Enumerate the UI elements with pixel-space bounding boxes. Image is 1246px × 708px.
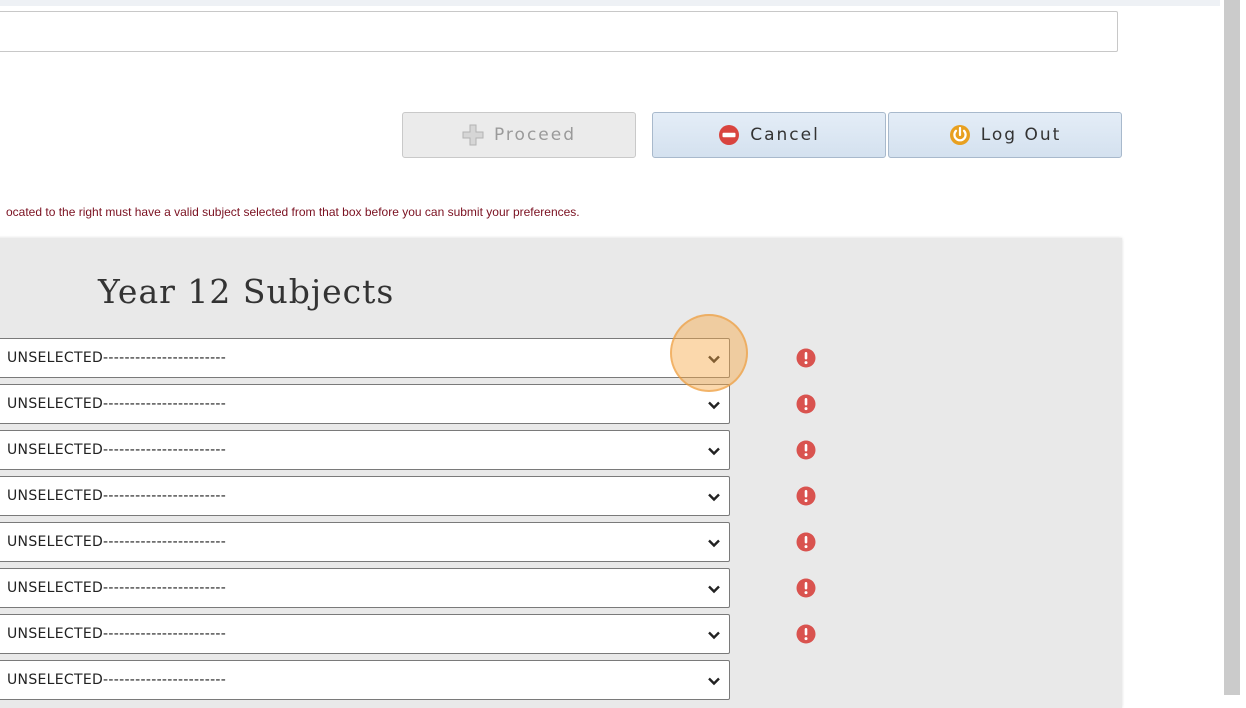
subject-select[interactable]: UNSELECTED----------------------- (0, 384, 730, 424)
subject-row: UNSELECTED----------------------- (0, 614, 816, 654)
chevron-down-icon (707, 581, 721, 600)
chevron-down-icon (707, 673, 721, 692)
error-icon (796, 348, 816, 372)
subject-select[interactable]: UNSELECTED----------------------- (0, 568, 730, 608)
logout-label: Log Out (980, 125, 1062, 145)
chevron-down-icon (707, 443, 721, 462)
subject-select[interactable]: UNSELECTED----------------------- (0, 660, 730, 700)
select-value: UNSELECTED----------------------- (7, 442, 227, 458)
cancel-label: Cancel (750, 125, 820, 145)
select-value: UNSELECTED----------------------- (7, 396, 227, 412)
subject-row: UNSELECTED----------------------- (0, 338, 816, 378)
subject-row: UNSELECTED----------------------- (0, 522, 816, 562)
subject-select[interactable]: UNSELECTED----------------------- (0, 476, 730, 516)
error-icon (796, 532, 816, 556)
validation-warning: ocated to the right must have a valid su… (6, 205, 580, 219)
select-value: UNSELECTED----------------------- (7, 534, 227, 550)
chevron-down-icon (707, 397, 721, 416)
error-icon (796, 394, 816, 418)
error-icon (796, 440, 816, 464)
select-value: UNSELECTED----------------------- (7, 580, 227, 596)
cancel-button[interactable]: Cancel (652, 112, 886, 158)
stop-icon (718, 124, 740, 146)
chevron-down-icon (707, 535, 721, 554)
logout-button[interactable]: Log Out (888, 112, 1122, 158)
select-value: UNSELECTED----------------------- (7, 488, 227, 504)
top-strip (0, 0, 1220, 6)
subject-row: UNSELECTED----------------------- (0, 568, 816, 608)
select-value: UNSELECTED----------------------- (7, 350, 227, 366)
error-icon (796, 624, 816, 648)
text-input[interactable] (0, 11, 1118, 52)
chevron-down-icon (707, 351, 721, 370)
subject-select[interactable]: UNSELECTED----------------------- (0, 338, 730, 378)
proceed-button[interactable]: Proceed (402, 112, 636, 158)
power-icon (949, 124, 971, 146)
subject-row: UNSELECTED----------------------- (0, 430, 816, 470)
scrollbar-thumb[interactable] (1224, 0, 1240, 695)
panel-title: Year 12 Subjects (98, 272, 395, 311)
chevron-down-icon (707, 489, 721, 508)
subject-select[interactable]: UNSELECTED----------------------- (0, 614, 730, 654)
select-value: UNSELECTED----------------------- (7, 672, 227, 688)
proceed-label: Proceed (493, 125, 577, 145)
error-icon (796, 486, 816, 510)
subject-select[interactable]: UNSELECTED----------------------- (0, 522, 730, 562)
select-value: UNSELECTED----------------------- (7, 626, 227, 642)
subject-row: UNSELECTED----------------------- (0, 384, 816, 424)
subject-row: UNSELECTED----------------------- (0, 476, 816, 516)
subject-select[interactable]: UNSELECTED----------------------- (0, 430, 730, 470)
error-icon (796, 578, 816, 602)
plus-icon (462, 124, 484, 146)
chevron-down-icon (707, 627, 721, 646)
subject-row: UNSELECTED----------------------- (0, 660, 730, 700)
